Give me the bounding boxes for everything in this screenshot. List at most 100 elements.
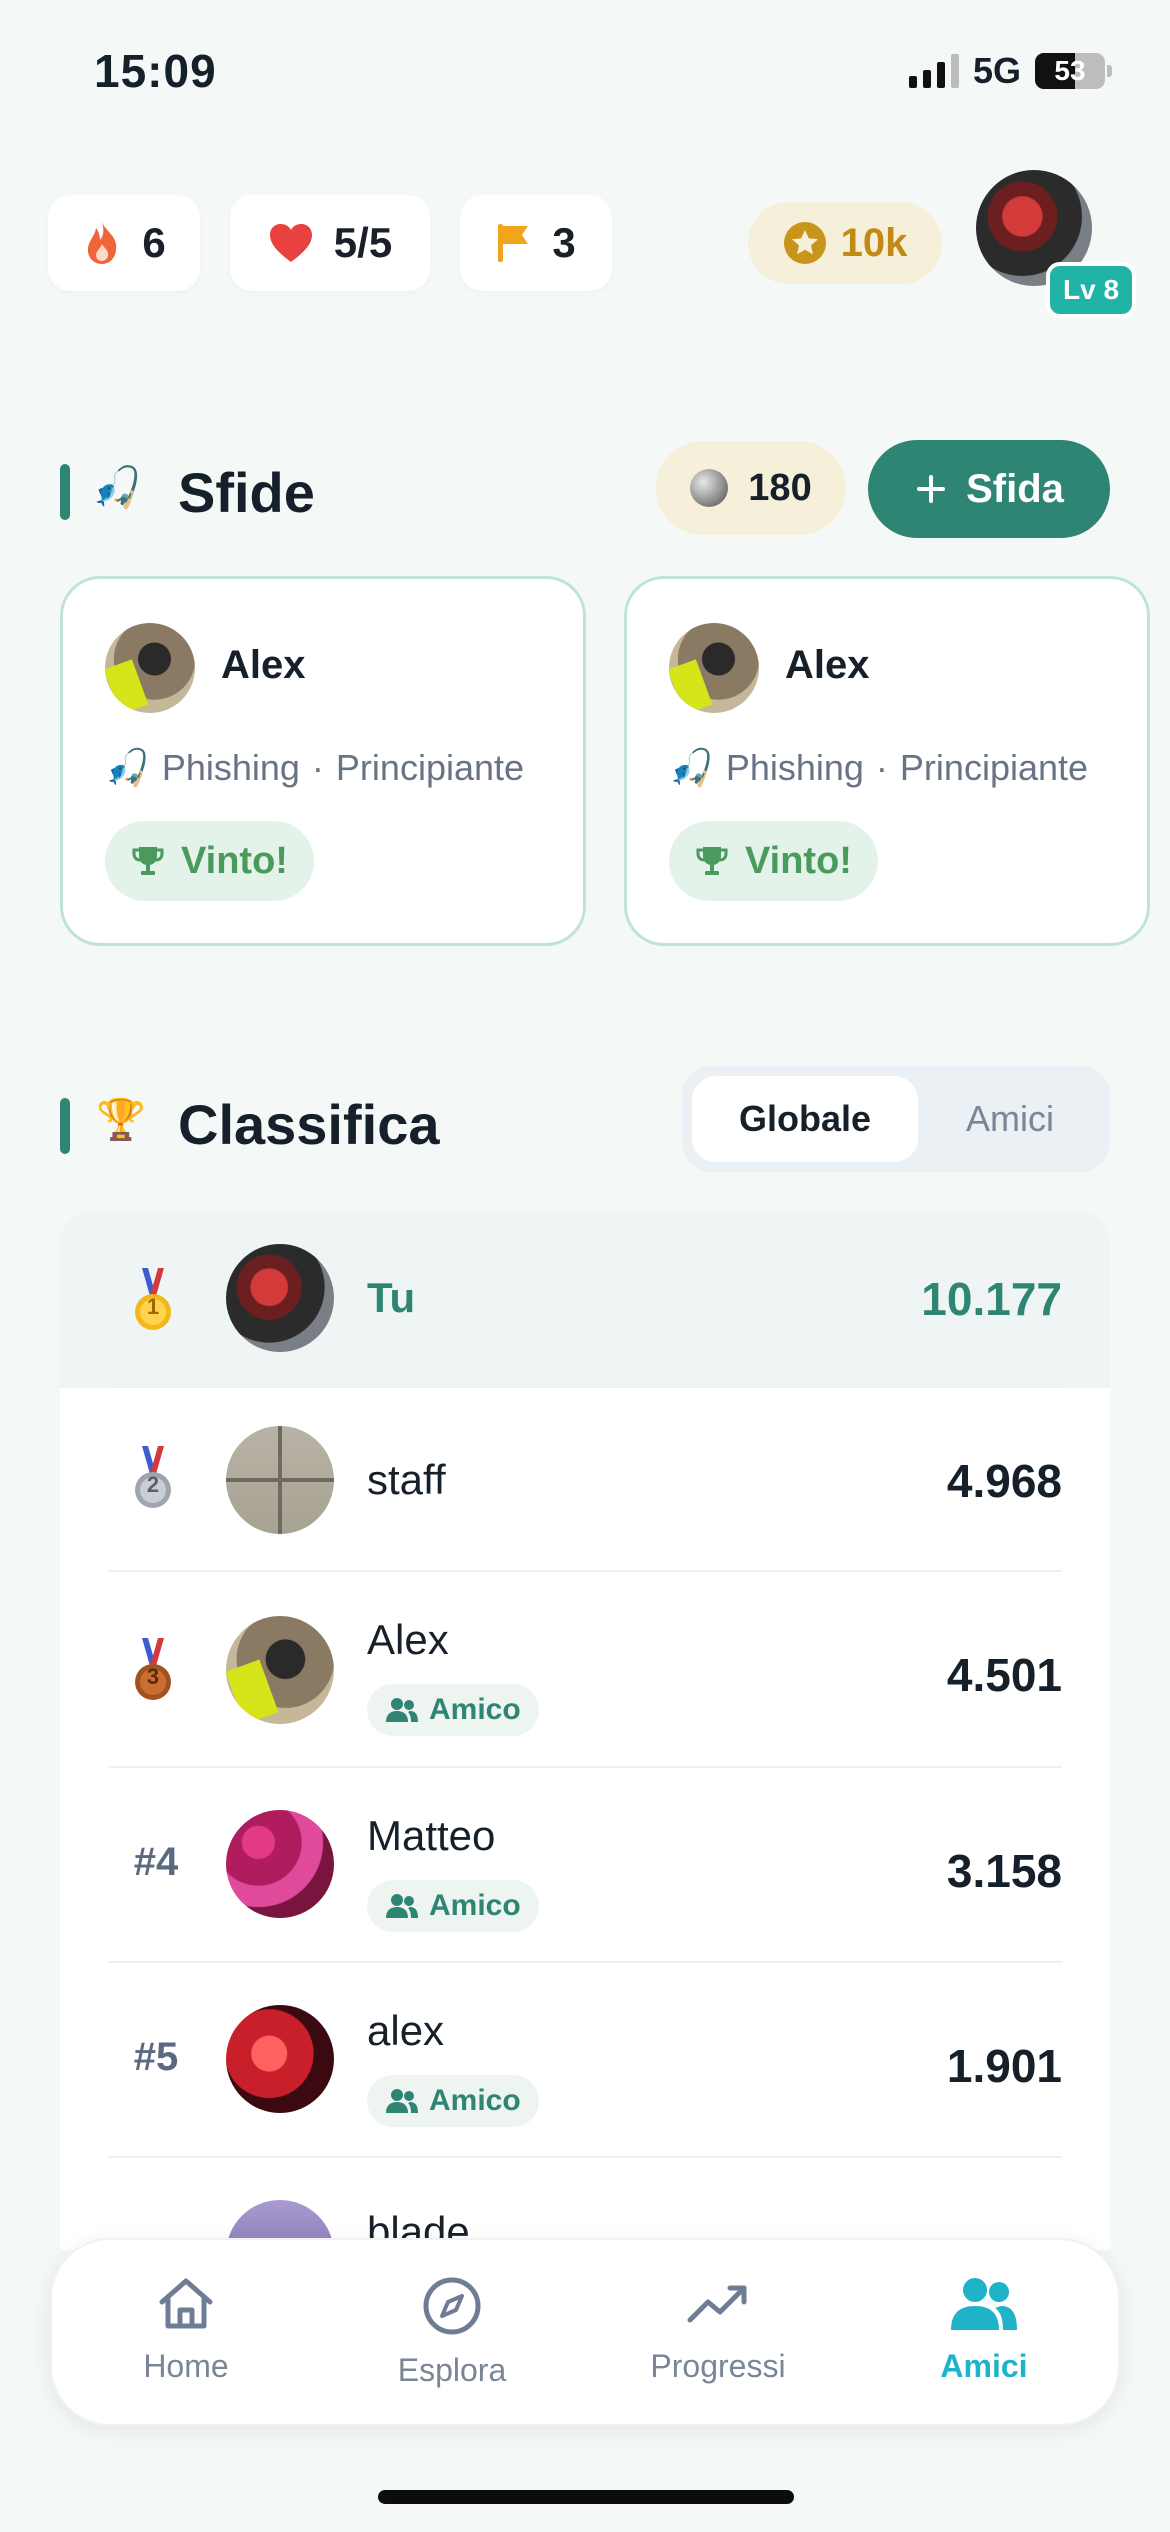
challenge-status-badge: Vinto! [105, 821, 314, 901]
avatar [226, 1426, 334, 1534]
new-challenge-label: Sfida [966, 466, 1064, 511]
section-accent-bar [60, 464, 70, 520]
player-name: Alex [367, 1616, 449, 1663]
friends-icon [386, 1698, 418, 1722]
player-score: 1.901 [946, 2040, 1062, 2092]
flame-icon [88, 222, 117, 264]
friend-tag-label: Amico [429, 1889, 521, 1922]
avatar [226, 2005, 334, 2113]
status-right: 5G 53 [908, 50, 1112, 92]
leaderboard-row[interactable]: 3 Alex Amico 4.501 [60, 1572, 1110, 1768]
friends-icon [951, 2278, 1017, 2330]
challenge-topic: 🎣 Phishing · Principiante [105, 747, 524, 789]
medal-rank-number: 2 [146, 1472, 160, 1497]
challenge-card[interactable]: Alex 🎣 Phishing · Principiante Vinto! [624, 576, 1150, 946]
player-name: Tu [367, 1274, 416, 1321]
fishing-icon: 🎣 [92, 466, 142, 510]
coins-value: 10k [840, 220, 908, 265]
tab-friends[interactable]: Amici [918, 1076, 1102, 1162]
battery-cap [1107, 65, 1112, 77]
challenge-topic-level: Principiante [899, 747, 1089, 788]
challenge-opponent-name: Alex [221, 643, 306, 687]
leaderboard-row[interactable]: 2 staff 4.968 [60, 1388, 1110, 1572]
trophy-emoji-icon: 🏆 [96, 1098, 146, 1142]
stone-icon [690, 469, 729, 507]
home-indicator [378, 2490, 794, 2504]
nav-progress-label: Progressi [650, 2348, 786, 2384]
challenge-topic-name: Phishing [725, 747, 864, 788]
friend-tag: Amico [367, 1684, 539, 1736]
plus-icon [917, 475, 946, 503]
level-badge: Lv 8 [1046, 262, 1136, 318]
challenge-opponent-avatar [105, 623, 195, 713]
challenge-topic-level: Principiante [335, 747, 525, 788]
nav-explore[interactable]: Esplora [352, 2276, 552, 2389]
friend-tag: Amico [367, 2075, 539, 2127]
lives-value: 5/5 [333, 219, 393, 266]
new-challenge-button[interactable]: Sfida [868, 440, 1110, 538]
network-type: 5G [972, 50, 1021, 91]
leaderboard-row[interactable]: #5 alex Amico 1.901 [60, 1963, 1110, 2158]
challenge-status-text: Vinto! [181, 839, 288, 882]
nav-friends[interactable]: Amici [884, 2276, 1084, 2385]
status-bar: 15:09 5G 53 [0, 0, 1170, 150]
trophy-icon [132, 847, 164, 875]
nav-home-label: Home [143, 2348, 229, 2384]
heart-icon [269, 224, 312, 262]
leaderboard-scope-toggle: Globale Amici [682, 1066, 1110, 1172]
avatar [226, 1244, 334, 1352]
flags-pill[interactable]: 3 [460, 195, 612, 291]
nav-home[interactable]: Home [86, 2276, 286, 2385]
challenge-opponent-avatar [669, 623, 759, 713]
player-score: 4.501 [946, 1649, 1062, 1701]
compass-icon [423, 2277, 481, 2335]
friends-icon [386, 1894, 418, 1918]
tab-global[interactable]: Globale [692, 1076, 918, 1162]
leaderboard-row[interactable]: blade [60, 2158, 1110, 2250]
flag-icon [498, 224, 529, 262]
leaderboard-row-me[interactable]: 1 Tu 10.177 [60, 1210, 1110, 1388]
trending-up-icon [687, 2285, 747, 2323]
rank-number: #4 [133, 1840, 179, 1884]
player-name: staff [367, 1456, 446, 1503]
challenge-topic-separator: · [311, 747, 324, 788]
streak-pill[interactable]: 6 [48, 195, 200, 291]
avatar [226, 1616, 334, 1724]
challenge-status-text: Vinto! [745, 839, 852, 882]
nav-progress[interactable]: Progressi [618, 2276, 818, 2385]
streak-value: 6 [142, 219, 166, 266]
status-time: 15:09 [94, 45, 217, 97]
challenge-card[interactable]: Alex 🎣 Phishing · Principiante Vinto! [60, 576, 586, 946]
battery-icon: 53 [1035, 53, 1105, 89]
trophy-icon [696, 847, 728, 875]
fishing-icon: 🎣 [669, 747, 714, 788]
friends-icon [386, 2089, 418, 2113]
flags-value: 3 [552, 219, 576, 266]
challenge-status-badge: Vinto! [669, 821, 878, 901]
fishing-icon: 🎣 [105, 747, 150, 788]
challenge-topic-separator: · [875, 747, 888, 788]
friend-tag: Amico [367, 1880, 539, 1932]
bottom-navigation: Home Esplora Progressi Amici [50, 2238, 1120, 2426]
rank-number: #5 [133, 2035, 179, 2079]
challenge-topic-name: Phishing [161, 747, 300, 788]
section-accent-bar [60, 1098, 70, 1154]
leaderboard-row[interactable]: #4 Matteo Amico 3.158 [60, 1768, 1110, 1963]
coins-pill[interactable]: 10k [748, 202, 942, 284]
leaderboard-list: 1 Tu 10.177 2 staff 4.968 3 Alex Amico 4… [60, 1210, 1110, 2250]
signal-icon [908, 54, 959, 88]
challenge-opponent-name: Alex [785, 643, 870, 687]
battery-level: 53 [1054, 55, 1086, 86]
challenge-topic: 🎣 Phishing · Principiante [669, 747, 1088, 789]
medal-rank-number: 1 [146, 1294, 160, 1319]
avatar [226, 1810, 334, 1918]
stones-pill[interactable]: 180 [656, 441, 846, 535]
star-coin-icon [783, 222, 826, 264]
player-name: alex [367, 2007, 445, 2054]
stones-value: 180 [748, 466, 812, 509]
player-name: Matteo [367, 1812, 496, 1859]
player-score: 10.177 [921, 1273, 1062, 1325]
challenges-title: Sfide [178, 461, 315, 524]
lives-pill[interactable]: 5/5 [230, 195, 430, 291]
player-score: 3.158 [946, 1845, 1062, 1897]
